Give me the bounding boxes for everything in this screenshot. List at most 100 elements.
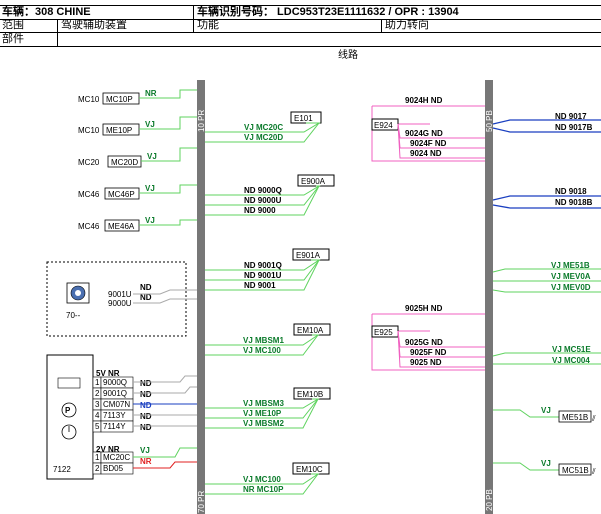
right-outputs: ND 9017 ND 9017B ND 9018 ND 9018B VJ ME5… bbox=[492, 112, 601, 476]
wire-label: ND bbox=[140, 423, 152, 432]
block-em10b: EM10B VJ MBSM3VJ ME10PVJ MBSM2 bbox=[205, 387, 331, 429]
sensor-box: 70-- 9001U 9000U ND ND bbox=[46, 261, 197, 337]
right-bus-bar bbox=[485, 80, 493, 514]
connector-box: MC20D bbox=[111, 158, 138, 167]
splice-id: E925 bbox=[374, 328, 393, 337]
out-label: VJ MC51E bbox=[552, 345, 591, 354]
pin-number: 4 bbox=[95, 411, 100, 420]
out-label: VJ ME51B bbox=[551, 261, 590, 270]
connector-box: ME10P bbox=[106, 126, 132, 135]
block-line: VJ MC20D bbox=[244, 133, 283, 142]
block-line: VJ MBSM1 bbox=[243, 336, 284, 345]
group1-label: 5V NR bbox=[96, 369, 120, 378]
wire-label: ND bbox=[140, 401, 152, 410]
wire-label: NR bbox=[140, 457, 152, 466]
sensor-pin: 9000U bbox=[108, 299, 132, 308]
block-line: VJ MC100 bbox=[243, 346, 281, 355]
pin-code: 9000Q bbox=[103, 378, 127, 387]
out-label: ND 9018B bbox=[555, 198, 593, 207]
splice-line: 9025F ND bbox=[410, 348, 447, 357]
connector-pin: MC10 bbox=[78, 95, 100, 104]
left-connector-4: MC46 MC46P VJ bbox=[78, 184, 197, 200]
block-line: VJ MC20C bbox=[244, 123, 283, 132]
wiring-diagram: 线路 10 PR 70 PR 50 PB 20 PB MC10 MC10P NR… bbox=[46, 48, 601, 514]
pin-code: 7113Y bbox=[103, 411, 126, 420]
block-e901a: E901A ND 9001QND 9001UND 9001 bbox=[205, 248, 330, 291]
splice-line: 9024F ND bbox=[410, 139, 447, 148]
module-id: 7122 bbox=[53, 465, 71, 474]
block-id: E901A bbox=[296, 251, 321, 260]
wire-label: ND bbox=[140, 283, 152, 292]
splice-line: 9025 ND bbox=[410, 358, 442, 367]
module-7122: P 7122 5V NR 1 9000Q ND2 9001Q ND3 CM07N ND4 71… bbox=[46, 354, 152, 480]
block-e101: E101 VJ MC20CVJ MC20D bbox=[205, 111, 322, 143]
splice-line: 9025G ND bbox=[405, 338, 443, 347]
wire-label: ND bbox=[140, 390, 152, 399]
right-bus-label-top: 50 PB bbox=[485, 110, 494, 132]
out-label: VJ bbox=[541, 459, 551, 468]
splice-e925: 9025H ND E925 9025G ND9025F ND9025 ND bbox=[371, 304, 485, 371]
left-connector-2: MC10 ME10P VJ bbox=[78, 116, 197, 136]
block-id: EM10A bbox=[297, 326, 324, 335]
pin-code: 9001Q bbox=[103, 389, 127, 398]
left-connector-5: MC46 ME46A VJ bbox=[78, 216, 197, 232]
wire-label: VJ bbox=[145, 120, 155, 129]
sensor-pin: 9001U bbox=[108, 290, 132, 299]
block-line: VJ MC100 bbox=[243, 475, 281, 484]
connector-pin: MC20 bbox=[78, 158, 100, 167]
out-label: ND 9017B bbox=[555, 123, 593, 132]
splice-line: 9024 ND bbox=[410, 149, 442, 158]
block-id: EM10B bbox=[297, 390, 323, 399]
splice-e924: 9024H ND E924 9024G ND9024F ND9024 ND bbox=[371, 96, 485, 162]
wire-label: VJ bbox=[145, 216, 155, 225]
block-line: ND 9001 bbox=[244, 281, 276, 290]
block-em10c: EM10C VJ MC100NR MC10P bbox=[205, 462, 330, 495]
left-bus-label-top: 10 PR bbox=[197, 110, 206, 132]
connector-pin: MC46 bbox=[78, 222, 100, 231]
block-line: ND 9001U bbox=[244, 271, 282, 280]
pin-code: MC20C bbox=[103, 453, 130, 462]
block-line: VJ MBSM3 bbox=[243, 399, 284, 408]
out-label: VJ MEV0A bbox=[551, 272, 591, 281]
block-line: VJ MBSM2 bbox=[243, 419, 284, 428]
block-line: VJ ME10P bbox=[243, 409, 282, 418]
wire-label: VJ bbox=[145, 184, 155, 193]
pin-number: 5 bbox=[95, 422, 100, 431]
out-label: ND 9018 bbox=[555, 187, 587, 196]
left-bus-label-bottom: 70 PR bbox=[197, 491, 206, 513]
block-line: NR MC10P bbox=[243, 485, 284, 494]
section-title: 线路 bbox=[338, 48, 358, 61]
svg-text:P: P bbox=[65, 406, 71, 415]
block-id: E900A bbox=[301, 177, 326, 186]
block-line: ND 9001Q bbox=[244, 261, 282, 270]
connector-end: ⫽ bbox=[591, 467, 596, 476]
pin-code: CM07N bbox=[103, 400, 130, 409]
pin-number: 1 bbox=[95, 453, 100, 462]
splice-top: 9025H ND bbox=[405, 304, 443, 313]
wire-label: VJ bbox=[147, 152, 157, 161]
block-id: E101 bbox=[294, 114, 313, 123]
block-id: EM10C bbox=[296, 465, 323, 474]
connector-box: MC10P bbox=[106, 95, 133, 104]
block-line: ND 9000Q bbox=[244, 186, 282, 195]
out-label: VJ MC004 bbox=[552, 356, 590, 365]
splice-id: E924 bbox=[374, 121, 393, 130]
out-label: VJ MEV0D bbox=[551, 283, 591, 292]
sensor-label: 70-- bbox=[66, 311, 81, 320]
out-label: ND 9017 bbox=[555, 112, 587, 121]
splice-line: 9024G ND bbox=[405, 129, 443, 138]
connector-box: ME46A bbox=[108, 222, 135, 231]
connector-pin: MC46 bbox=[78, 190, 100, 199]
wire-label: ND bbox=[140, 379, 152, 388]
wire-label: ND bbox=[140, 412, 152, 421]
pin-code: 7114Y bbox=[103, 422, 126, 431]
pin-number: 3 bbox=[95, 400, 100, 409]
right-bus-label-bottom: 20 PB bbox=[485, 489, 494, 511]
block-em10a: EM10A VJ MBSM1VJ MC100 bbox=[205, 323, 331, 356]
connector-box: MC46P bbox=[108, 190, 135, 199]
pin-number: 2 bbox=[95, 464, 100, 473]
pin-number: 2 bbox=[95, 389, 100, 398]
connector-end: ⫽ bbox=[591, 414, 596, 423]
pin-code: BD05 bbox=[103, 464, 124, 473]
block-e900a: E900A ND 9000QND 9000UND 9000 bbox=[205, 174, 335, 216]
